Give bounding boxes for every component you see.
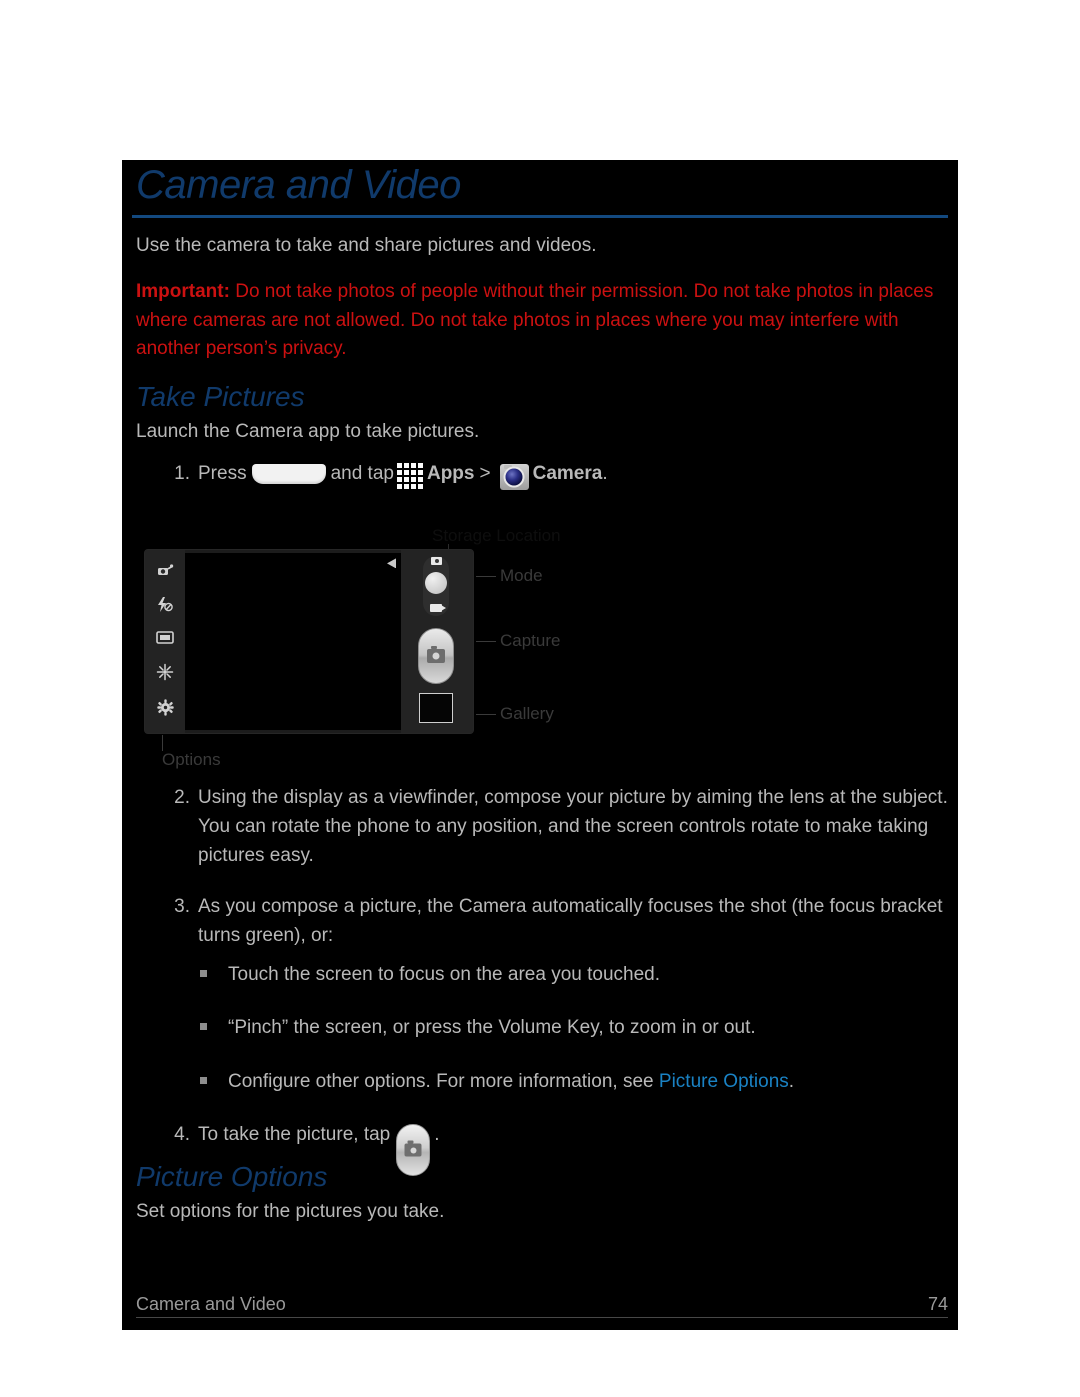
step-2: 2. Using the display as a viewfinder, co… (132, 784, 948, 871)
phone-camera-screen (144, 549, 474, 735)
picture-options-link[interactable]: Picture Options (659, 1071, 789, 1092)
take-pictures-lead: Launch the Camera app to take pictures. (136, 420, 480, 442)
figure-label-mode: Mode (500, 566, 543, 586)
camera-app-icon (499, 463, 529, 490)
footer-chapter-title: Camera and Video (136, 1294, 286, 1314)
figure-label-capture: Capture (500, 631, 561, 651)
footer-page-number: 74 (927, 1294, 948, 1314)
bullets-container: Touch the screen to focus on the area yo… (132, 961, 948, 1096)
bullet-touch-focus: Touch the screen to focus on the area yo… (132, 961, 948, 989)
options-rail (145, 550, 185, 734)
settings-icon (156, 699, 174, 719)
step-4-suffix: . (434, 1124, 440, 1146)
effects-icon (156, 663, 174, 684)
step-1: 1. Press and tap Apps > Camera. (132, 460, 948, 490)
shutter-button-icon (396, 1124, 431, 1177)
title-divider (132, 215, 948, 219)
bullet-pinch-zoom: “Pinch” the screen, or press the Volume … (132, 1014, 948, 1042)
sub-bullets-list: Touch the screen to focus on the area yo… (132, 961, 948, 1096)
step-4-prefix: To take the picture, tap (198, 1124, 391, 1146)
gallery-thumbnail[interactable] (419, 693, 453, 724)
camera-mode-icon (431, 557, 442, 566)
step-4: 4. To take the picture, tap. (132, 1121, 948, 1177)
step-2-number: 2. (174, 787, 190, 809)
storage-location-badge-icon (387, 558, 396, 569)
step-3: 3. As you compose a picture, the Camera … (132, 893, 948, 951)
step-1-number: 1. (174, 462, 190, 484)
camera-controls-rail (401, 550, 473, 734)
bullet-2-text: “Pinch” the screen, or press the Volume … (228, 1017, 756, 1039)
bullet-marker-icon (200, 969, 207, 977)
bullet-3-text: Configure other options. For more inform… (228, 1070, 659, 1092)
important-notice: Important: Do not take photos of people … (132, 278, 948, 365)
document-page: Camera and Video Use the camera to take … (122, 160, 958, 1330)
step-3-number: 3. (174, 896, 190, 917)
figure-label-gallery: Gallery (500, 704, 554, 724)
picture-options-lead: Set options for the pictures you take. (136, 1200, 445, 1222)
step-1-separator: > (479, 462, 491, 484)
viewfinder-area (185, 553, 401, 731)
self-shot-icon (156, 564, 174, 581)
camera-label: Camera (532, 462, 603, 484)
bullet-1-text: Touch the screen to focus on the area yo… (228, 963, 661, 985)
shooting-mode-icon (156, 631, 174, 647)
capture-camera-icon (427, 646, 445, 664)
figure-label-options: Options (162, 750, 221, 770)
page-title: Camera and Video (136, 163, 461, 207)
bullet-configure-options: Configure other options. For more inform… (132, 1068, 948, 1096)
page-footer: Camera and Video 74 (132, 1290, 948, 1330)
step-1-prefix: Press (198, 462, 247, 484)
step-1-suffix: . (602, 462, 608, 484)
apps-label: Apps (426, 462, 475, 484)
step-4-number: 4. (174, 1124, 190, 1146)
section-heading-picture-options: Picture Options (136, 1161, 328, 1193)
steps-list: 1. Press and tap Apps > Camera. Storage Loca… (132, 460, 948, 1177)
video-mode-icon (430, 604, 446, 613)
flash-off-icon (156, 597, 174, 615)
home-key-icon (251, 464, 326, 485)
mode-switch-knob[interactable] (425, 572, 447, 595)
important-text: Do not take photos of people without the… (136, 280, 934, 360)
apps-grid-icon (396, 463, 423, 490)
important-label: Important: (136, 280, 230, 302)
camera-ui-figure: Storage Location Options Mode Capture Ga… (132, 514, 948, 774)
mode-switch[interactable] (423, 556, 449, 617)
intro-paragraph: Use the camera to take and share picture… (136, 235, 597, 257)
bullet-3-after: . (788, 1070, 795, 1092)
bullet-marker-icon (200, 1023, 207, 1031)
leader-line-gallery (476, 714, 496, 716)
leader-line-mode (476, 576, 496, 578)
bullet-marker-icon (200, 1076, 207, 1084)
step-1-mid: and tap (330, 462, 394, 484)
leader-line-capture (476, 641, 496, 643)
leader-line-options (162, 735, 163, 752)
section-heading-take-pictures: Take Pictures (136, 381, 305, 413)
footer-divider (136, 1317, 948, 1318)
capture-button[interactable] (418, 628, 454, 685)
figure-caption-storage-location: Storage Location (432, 526, 561, 546)
step-2-text: Using the display as a viewfinder, compo… (198, 787, 948, 867)
step-3-text: As you compose a picture, the Camera aut… (198, 896, 943, 946)
